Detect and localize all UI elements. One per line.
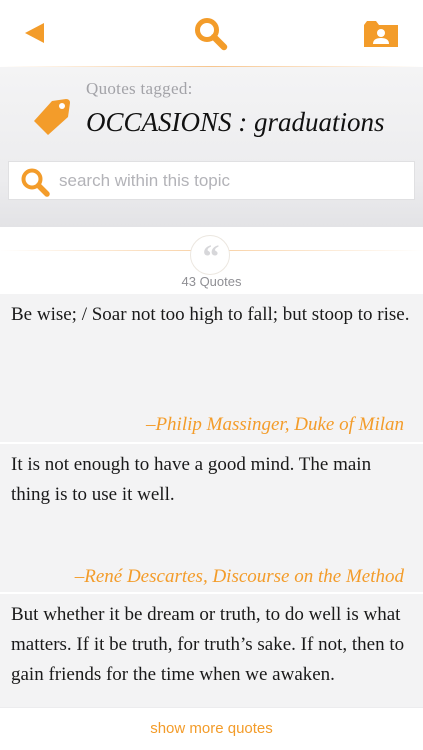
back-arrow-icon [25,23,44,43]
quote-mark-icon: “ [190,235,230,276]
search-icon [195,18,228,51]
tagged-label: Quotes tagged: [86,79,193,98]
quote-item[interactable]: But whether it be dream or truth, to do … [0,594,423,707]
search-box[interactable] [8,161,415,200]
top-toolbar [0,0,423,66]
quote-text: Be wise; / Soar not too high to fall; bu… [11,304,410,325]
search-icon [21,168,50,197]
tag-icon [34,99,70,135]
search-input[interactable] [59,166,404,196]
topic-header: Quotes tagged: OCCASIONS : graduations [0,67,423,227]
page-title: OCCASIONS : graduations [86,107,385,137]
quote-author[interactable]: –René Descartes, Discourse on the Method [75,566,404,588]
quote-author[interactable]: –Philip Massinger, Duke of Milan [146,414,404,436]
show-more-button[interactable]: show more quotes [0,720,423,737]
profile-button[interactable] [362,19,400,49]
quote-item[interactable]: Be wise; / Soar not too high to fall; bu… [0,294,423,442]
search-button[interactable] [193,16,229,52]
back-button[interactable] [22,20,48,46]
quote-count-divider: “ 43 Quotes [0,227,423,294]
quote-count: 43 Quotes [181,274,242,289]
quote-text: But whether it be dream or truth, to do … [11,604,405,685]
quote-item[interactable]: It is not enough to have a good mind. Th… [0,444,423,592]
quote-text: It is not enough to have a good mind. Th… [11,454,372,505]
quote-mark-glyph: “ [202,239,220,276]
footer-bar: show more quotes [0,707,423,750]
quote-list[interactable]: Be wise; / Soar not too high to fall; bu… [0,294,423,707]
profile-folder-icon [364,21,398,47]
